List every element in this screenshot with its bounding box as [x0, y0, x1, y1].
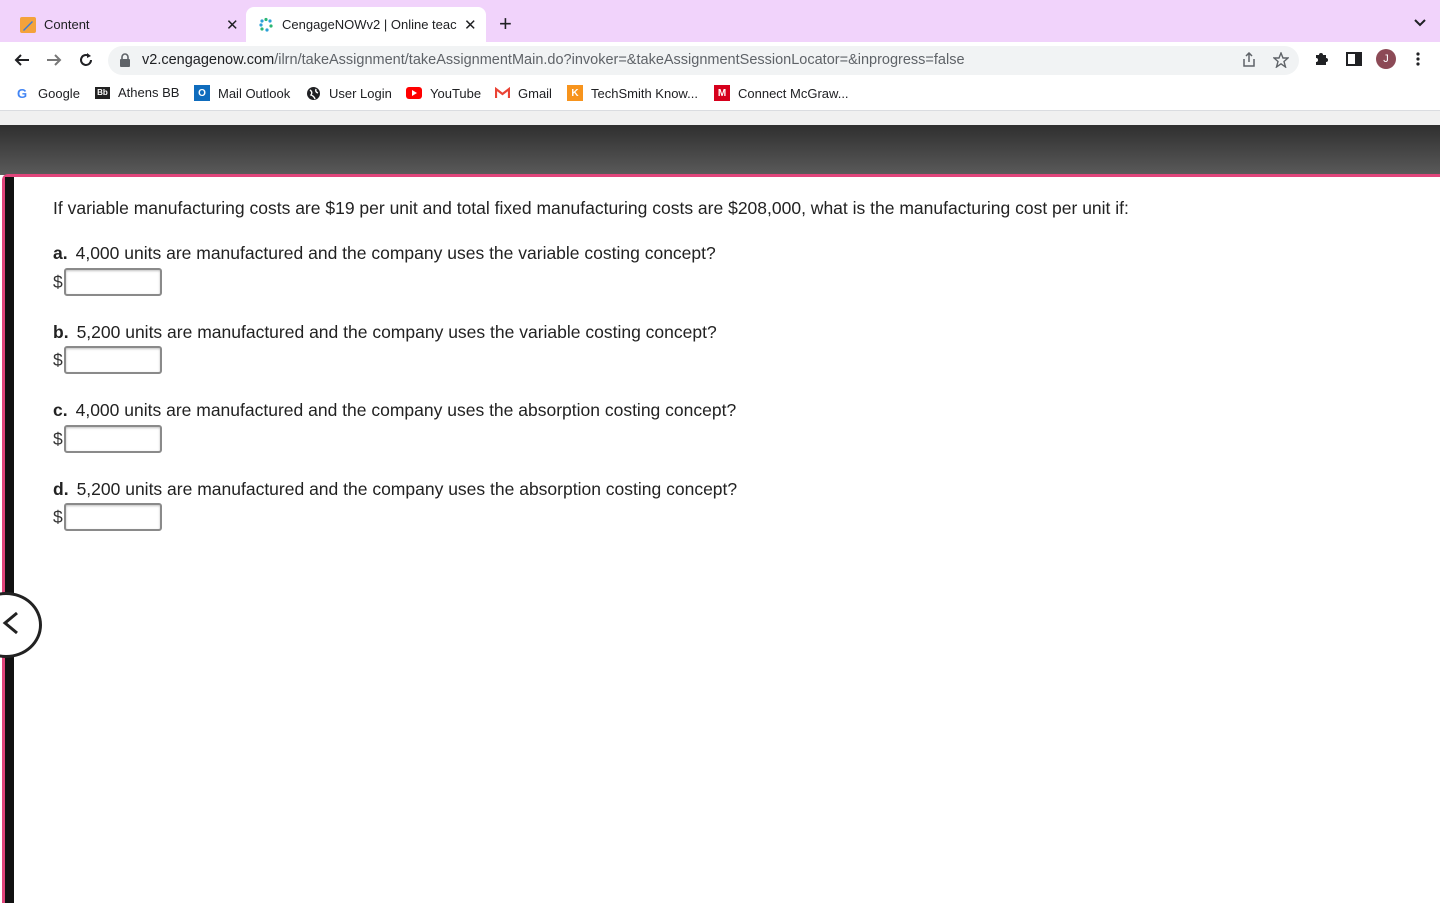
- dollar-sign: $: [53, 506, 63, 527]
- outlook-icon: O: [194, 85, 210, 101]
- part-letter: c.: [53, 400, 68, 420]
- google-icon: G: [16, 85, 28, 101]
- question-text: If variable manufacturing costs are $19 …: [53, 198, 1129, 218]
- dollar-sign: $: [53, 428, 63, 449]
- tab-cengage[interactable]: CengageNOWv2 | Online teach ✕: [246, 7, 486, 42]
- browser-toolbar: v2.cengagenow.com/ilrn/takeAssignment/ta…: [0, 42, 1440, 78]
- part-c-answer: $: [53, 425, 162, 453]
- part-b-input[interactable]: [63, 346, 162, 374]
- bookmark-label: TechSmith Know...: [591, 85, 698, 101]
- page-top-strip: [0, 111, 1440, 125]
- chevron-left-icon: [1, 609, 21, 642]
- assignment-content-panel: [2, 174, 1440, 903]
- tab-search-chevron-down-icon[interactable]: [1414, 14, 1426, 32]
- close-tab-icon[interactable]: ✕: [464, 16, 477, 34]
- tab-strip: Content ✕ CengageNOWv2 | Online teach ✕ …: [0, 0, 1440, 42]
- profile-avatar[interactable]: J: [1376, 49, 1396, 69]
- dollar-sign: $: [53, 271, 63, 292]
- part-d-input[interactable]: [63, 503, 162, 531]
- part-c-input[interactable]: [63, 425, 162, 453]
- part-a-answer: $: [53, 268, 162, 296]
- bookmark-star-icon[interactable]: [1272, 51, 1290, 73]
- forward-arrow-icon[interactable]: [44, 50, 64, 70]
- close-tab-icon[interactable]: ✕: [226, 16, 239, 34]
- part-text: 5,200 units are manufactured and the com…: [76, 479, 738, 499]
- part-text: 5,200 units are manufactured and the com…: [76, 322, 717, 342]
- share-icon[interactable]: [1242, 51, 1256, 73]
- part-b-answer: $: [53, 346, 162, 374]
- url-path: /ilrn/takeAssignment/takeAssignmentMain.…: [274, 52, 965, 68]
- lock-icon[interactable]: [119, 53, 131, 72]
- bookmark-label: User Login: [329, 85, 392, 101]
- content-tab-favicon-icon: [20, 16, 36, 33]
- mcgraw-icon: M: [714, 85, 730, 101]
- part-c-prompt: c. 4,000 units are manufactured and the c…: [53, 400, 736, 421]
- bookmark-techsmith[interactable]: K TechSmith Know...: [567, 85, 698, 101]
- part-a-input[interactable]: [63, 268, 162, 296]
- bookmark-label: Athens BB: [118, 85, 180, 100]
- bookmark-label: Mail Outlook: [218, 85, 291, 101]
- bookmark-mail-outlook[interactable]: O Mail Outlook: [194, 85, 290, 101]
- bookmark-label: Gmail: [518, 85, 552, 101]
- url-text[interactable]: v2.cengagenow.com/ilrn/takeAssignment/ta…: [142, 52, 965, 68]
- more-menu-icon[interactable]: [1416, 51, 1420, 72]
- bookmark-label: YouTube: [430, 85, 482, 101]
- reload-icon[interactable]: [76, 50, 96, 70]
- dollar-sign: $: [53, 349, 63, 370]
- bookmark-label: Google: [38, 85, 80, 101]
- part-d-answer: $: [53, 503, 162, 531]
- url-host: v2.cengagenow.com: [142, 52, 275, 68]
- back-arrow-icon[interactable]: [12, 50, 32, 70]
- tab-content[interactable]: Content ✕: [8, 7, 246, 42]
- globe-icon: [305, 85, 321, 101]
- side-panel-icon[interactable]: [1346, 51, 1362, 72]
- cengage-favicon-icon: [258, 17, 274, 33]
- bookmark-athens-bb[interactable]: Bb Athens BB: [95, 85, 179, 100]
- new-tab-plus-icon[interactable]: +: [499, 12, 512, 36]
- techsmith-icon: K: [567, 85, 583, 101]
- blackboard-icon: Bb: [95, 86, 110, 99]
- left-edge-bar: [5, 177, 14, 903]
- address-bar[interactable]: v2.cengagenow.com/ilrn/takeAssignment/ta…: [108, 46, 1299, 75]
- bookmark-google[interactable]: G Google: [14, 85, 80, 101]
- youtube-icon: [406, 85, 422, 101]
- bookmark-gmail[interactable]: Gmail: [494, 85, 552, 101]
- part-letter: a.: [53, 243, 68, 263]
- extensions-puzzle-icon[interactable]: [1313, 51, 1329, 72]
- gmail-icon: [494, 85, 510, 101]
- part-a-prompt: a. 4,000 units are manufactured and the c…: [53, 243, 716, 264]
- tab-title: CengageNOWv2 | Online teach: [282, 17, 457, 32]
- tab-title: Content: [44, 17, 90, 32]
- part-letter: b.: [53, 322, 69, 342]
- part-text: 4,000 units are manufactured and the com…: [75, 400, 737, 420]
- part-letter: d.: [53, 479, 69, 499]
- part-d-prompt: d. 5,200 units are manufactured and the c…: [53, 479, 737, 500]
- part-text: 4,000 units are manufactured and the com…: [75, 243, 716, 263]
- bookmark-label: Connect McGraw...: [738, 85, 849, 101]
- part-b-prompt: b. 5,200 units are manufactured and the c…: [53, 322, 717, 343]
- bookmark-youtube[interactable]: YouTube: [406, 85, 481, 101]
- bookmarks-bar: G Google Bb Athens BB O Mail Outlook Use…: [0, 78, 1440, 111]
- bookmark-user-login[interactable]: User Login: [305, 85, 392, 101]
- bookmark-connect-mcgraw[interactable]: M Connect McGraw...: [714, 85, 849, 101]
- assignment-header-bar: [0, 125, 1440, 175]
